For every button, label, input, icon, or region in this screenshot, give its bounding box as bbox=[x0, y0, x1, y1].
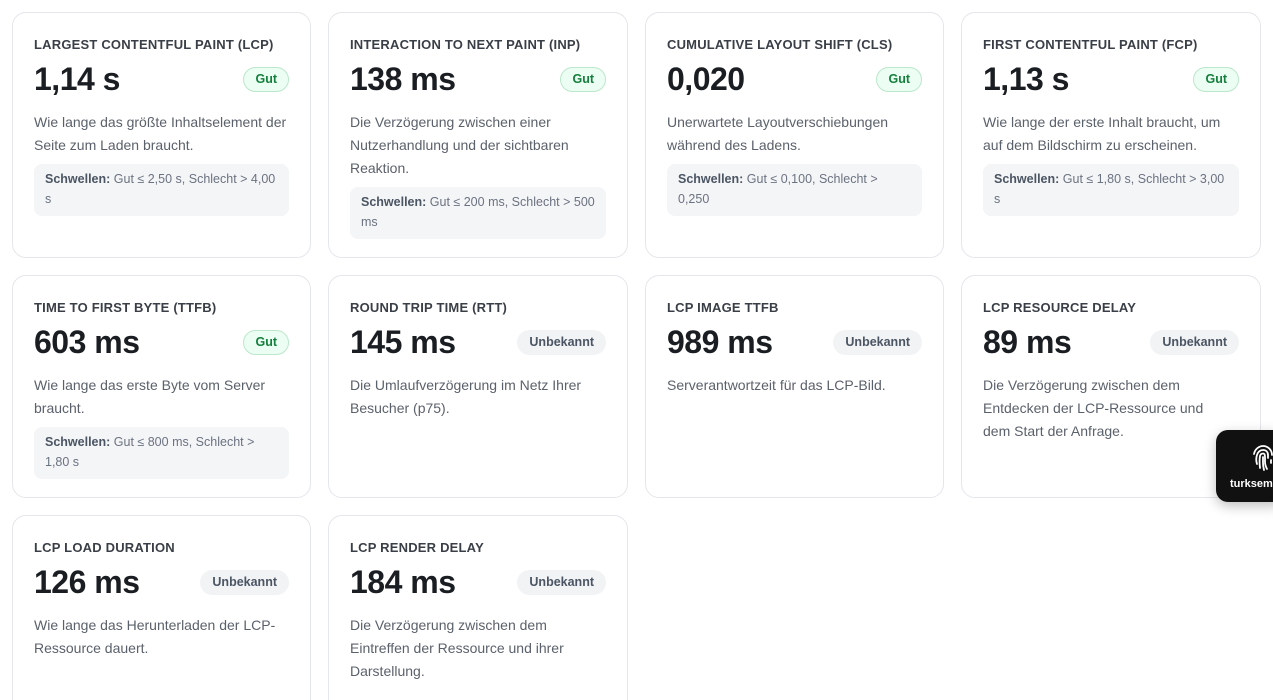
metric-value: 0,020 bbox=[667, 61, 745, 97]
metric-description: Serverantwortzeit für das LCP-Bild. bbox=[667, 377, 886, 393]
thresholds-box: Schwellen: Gut ≤ 800 ms, Schlecht > 1,80… bbox=[34, 427, 289, 479]
thresholds-label: Schwellen: bbox=[45, 435, 111, 449]
floating-widget[interactable]: turksem bbox=[1216, 430, 1273, 502]
status-badge: Unbekannt bbox=[517, 569, 606, 595]
metric-card-inp: INTERACTION TO NEXT PAINT (INP) 138 ms G… bbox=[328, 12, 628, 258]
status-badge: Gut bbox=[1193, 66, 1239, 92]
metric-title: LCP LOAD DURATION bbox=[34, 540, 175, 555]
metric-title: LARGEST CONTENTFUL PAINT (LCP) bbox=[34, 37, 274, 52]
metric-value: 989 ms bbox=[667, 324, 773, 360]
status-badge: Gut bbox=[243, 66, 289, 92]
metric-card-fcp: FIRST CONTENTFUL PAINT (FCP) 1,13 s Gut … bbox=[961, 12, 1261, 258]
metric-value: 603 ms bbox=[34, 324, 140, 360]
thresholds-label: Schwellen: bbox=[994, 172, 1060, 186]
thresholds-box: Schwellen: Gut ≤ 2,50 s, Schlecht > 4,00… bbox=[34, 164, 289, 216]
status-badge: Gut bbox=[243, 329, 289, 355]
metric-value: 126 ms bbox=[34, 564, 140, 600]
metric-value: 1,13 s bbox=[983, 61, 1069, 97]
metric-title: FIRST CONTENTFUL PAINT (FCP) bbox=[983, 37, 1198, 52]
metric-card-rtt: ROUND TRIP TIME (RTT) 145 ms Unbekannt D… bbox=[328, 275, 628, 498]
status-badge: Gut bbox=[876, 66, 922, 92]
metric-title: LCP IMAGE TTFB bbox=[667, 300, 779, 315]
widget-label: turksem bbox=[1230, 478, 1273, 490]
metrics-grid: LARGEST CONTENTFUL PAINT (LCP) 1,14 s Gu… bbox=[0, 0, 1273, 700]
metric-title: TIME TO FIRST BYTE (TTFB) bbox=[34, 300, 217, 315]
metric-title: CUMULATIVE LAYOUT SHIFT (CLS) bbox=[667, 37, 893, 52]
metric-value: 138 ms bbox=[350, 61, 456, 97]
status-badge: Unbekannt bbox=[200, 569, 289, 595]
metric-card-ttfb: TIME TO FIRST BYTE (TTFB) 603 ms Gut Wie… bbox=[12, 275, 311, 498]
metric-description: Die Verzögerung zwischen dem Eintreffen … bbox=[350, 617, 564, 679]
metric-description: Unerwartete Layoutverschiebungen während… bbox=[667, 114, 889, 153]
metric-description: Wie lange das Herunterladen der LCP-Ress… bbox=[34, 617, 276, 656]
metric-description: Wie lange das erste Byte vom Server brau… bbox=[34, 377, 266, 416]
metric-card-cls: CUMULATIVE LAYOUT SHIFT (CLS) 0,020 Gut … bbox=[645, 12, 944, 258]
status-badge: Unbekannt bbox=[1150, 329, 1239, 355]
metric-value: 1,14 s bbox=[34, 61, 120, 97]
metric-value: 89 ms bbox=[983, 324, 1072, 360]
thresholds-box: Schwellen: Gut ≤ 0,100, Schlecht > 0,250 bbox=[667, 164, 922, 216]
fingerprint-icon bbox=[1253, 445, 1273, 471]
metric-card-lcp-load-duration: LCP LOAD DURATION 126 ms Unbekannt Wie l… bbox=[12, 515, 311, 700]
metric-description: Die Verzögerung zwischen dem Entdecken d… bbox=[983, 377, 1204, 439]
thresholds-box: Schwellen: Gut ≤ 200 ms, Schlecht > 500 … bbox=[350, 187, 606, 239]
status-badge: Gut bbox=[560, 66, 606, 92]
status-badge: Unbekannt bbox=[517, 329, 606, 355]
metric-title: LCP RESOURCE DELAY bbox=[983, 300, 1137, 315]
status-badge: Unbekannt bbox=[833, 329, 922, 355]
thresholds-label: Schwellen: bbox=[45, 172, 111, 186]
metric-card-lcp-image-ttfb: LCP IMAGE TTFB 989 ms Unbekannt Serveran… bbox=[645, 275, 944, 498]
metric-description: Die Umlaufverzögerung im Netz Ihrer Besu… bbox=[350, 377, 582, 416]
metric-value: 184 ms bbox=[350, 564, 456, 600]
thresholds-label: Schwellen: bbox=[678, 172, 744, 186]
metric-title: ROUND TRIP TIME (RTT) bbox=[350, 300, 508, 315]
thresholds-box: Schwellen: Gut ≤ 1,80 s, Schlecht > 3,00… bbox=[983, 164, 1239, 216]
metric-title: INTERACTION TO NEXT PAINT (INP) bbox=[350, 37, 581, 52]
metric-description: Wie lange der erste Inhalt braucht, um a… bbox=[983, 114, 1221, 153]
metric-description: Die Verzögerung zwischen einer Nutzerhan… bbox=[350, 114, 569, 176]
metric-value: 145 ms bbox=[350, 324, 456, 360]
metric-card-lcp: LARGEST CONTENTFUL PAINT (LCP) 1,14 s Gu… bbox=[12, 12, 311, 258]
thresholds-label: Schwellen: bbox=[361, 195, 427, 209]
metric-title: LCP RENDER DELAY bbox=[350, 540, 484, 555]
metric-card-lcp-render-delay: LCP RENDER DELAY 184 ms Unbekannt Die Ve… bbox=[328, 515, 628, 700]
metric-description: Wie lange das größte Inhaltselement der … bbox=[34, 114, 287, 153]
